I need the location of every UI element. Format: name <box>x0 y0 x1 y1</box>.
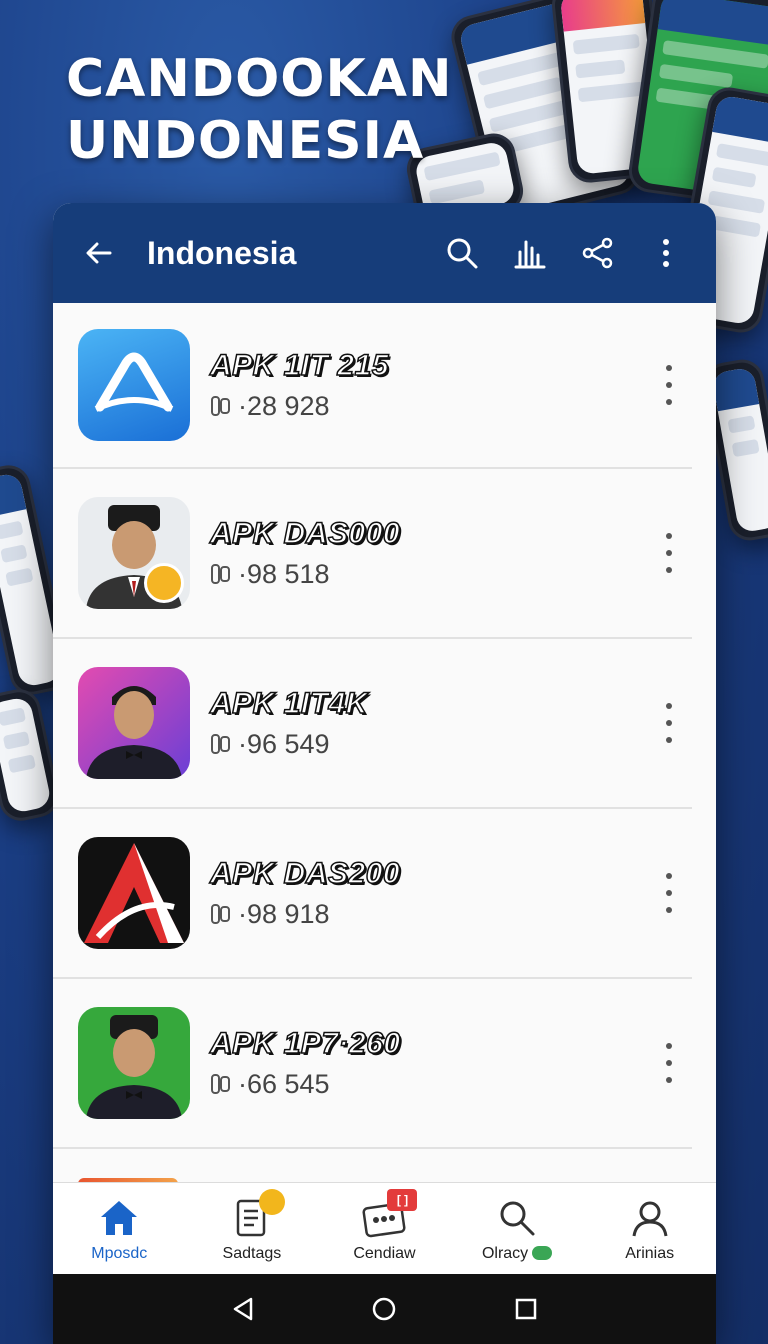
app-portrait-icon <box>78 497 190 609</box>
nav-label: Cendiaw <box>353 1244 416 1262</box>
overflow-menu-button[interactable] <box>640 227 692 279</box>
app-name: APK 1IT 215 <box>209 348 389 383</box>
next-item-peek <box>78 1178 178 1182</box>
app-name: APK 1P7·260 <box>209 1026 401 1061</box>
status-dot-icon <box>532 1246 553 1261</box>
bar-chart-icon <box>514 240 546 269</box>
search-icon <box>500 1201 535 1235</box>
item-menu-button[interactable] <box>654 698 684 748</box>
list-item[interactable]: APK 1IT4K ·96 549 <box>53 639 692 809</box>
item-menu-button[interactable] <box>654 360 684 410</box>
download-icon <box>211 564 230 584</box>
home-icon <box>101 1200 138 1235</box>
nav-profile[interactable]: Arinias <box>590 1195 710 1263</box>
nav-label: Sadtags <box>222 1244 282 1262</box>
download-icon <box>211 734 230 754</box>
search-button[interactable] <box>436 227 488 279</box>
more-vertical-icon <box>663 239 669 267</box>
back-button[interactable] <box>77 231 121 275</box>
app-logo-icon <box>78 329 190 441</box>
back-triangle-icon[interactable] <box>231 1296 255 1322</box>
app-portrait-icon <box>78 667 190 779</box>
stats-button[interactable] <box>504 227 556 279</box>
notification-badge: [ ] <box>387 1188 418 1211</box>
download-count: ·66 545 <box>238 1068 330 1099</box>
nav-label: Mposdc <box>91 1244 148 1262</box>
system-navigation-bar <box>53 1274 716 1344</box>
nav-tags[interactable]: Sadtags <box>192 1188 312 1263</box>
share-button[interactable] <box>572 227 624 279</box>
download-icon <box>211 904 230 924</box>
item-menu-button[interactable] <box>654 868 684 918</box>
app-list: APK 1IT 215 ·28 928 APK DAS000 ·98 518 A… <box>53 303 716 1182</box>
app-window: Indonesia APK 1IT 215 ·28 928 APK DAS000… <box>53 203 716 1344</box>
item-menu-button[interactable] <box>654 1038 684 1088</box>
app-name: APK 1IT4K <box>209 686 368 721</box>
nav-calendar[interactable]: [ ] Cendiaw <box>324 1188 444 1263</box>
home-circle-icon[interactable] <box>371 1296 397 1322</box>
nav-label: Arinias <box>625 1244 675 1262</box>
page-title: Indonesia <box>147 234 297 271</box>
recents-square-icon[interactable] <box>514 1297 538 1321</box>
headline-line-1: CANDOOKAN <box>66 49 453 109</box>
person-icon <box>632 1201 668 1236</box>
nav-label: Olracy <box>481 1244 553 1263</box>
download-count: ·28 928 <box>238 390 330 421</box>
share-icon <box>582 237 613 269</box>
download-icon <box>211 396 230 416</box>
app-name: APK DAS200 <box>209 856 401 891</box>
search-icon <box>447 238 478 269</box>
download-count: ·96 549 <box>238 728 330 759</box>
notification-badge <box>258 1188 285 1215</box>
list-item[interactable]: APK 1P7·260 ·66 545 <box>53 979 692 1149</box>
bottom-navigation: Mposdc Sadtags [ ] Cendiaw Olracy Arinia… <box>53 1182 716 1274</box>
app-name: APK DAS000 <box>209 516 401 551</box>
nav-search[interactable]: Olracy <box>457 1195 577 1263</box>
list-item[interactable]: APK DAS000 ·98 518 <box>53 469 692 639</box>
nav-label-text: Olracy <box>481 1244 529 1262</box>
download-count: ·98 518 <box>238 558 330 589</box>
item-menu-button[interactable] <box>654 528 684 578</box>
download-icon <box>211 1074 230 1094</box>
promo-headline: CANDOOKAN UNDONESIA <box>66 48 453 172</box>
headline-line-2: UNDONESIA <box>66 111 425 171</box>
nav-home[interactable]: Mposdc <box>59 1195 179 1263</box>
app-bar: Indonesia <box>53 203 716 303</box>
arrow-left-icon <box>86 242 112 264</box>
app-portrait-icon <box>78 1007 190 1119</box>
list-item[interactable]: APK 1IT 215 ·28 928 <box>53 303 692 469</box>
download-count: ·98 918 <box>238 898 330 929</box>
app-logo-icon <box>78 837 190 949</box>
list-item[interactable]: APK DAS200 ·98 918 <box>53 809 692 979</box>
